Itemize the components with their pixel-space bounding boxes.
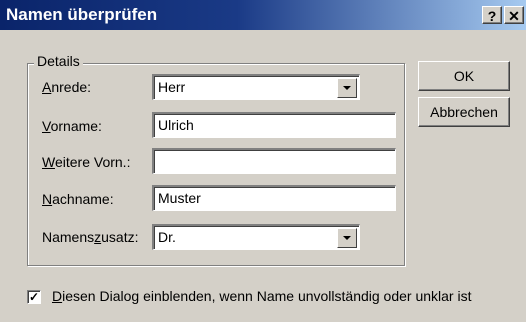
show-dialog-checkbox[interactable]: ✓: [27, 290, 41, 304]
last-name-field[interactable]: Muster: [152, 185, 396, 211]
first-name-label: Vorname:: [42, 118, 102, 134]
close-button[interactable]: ✕: [504, 6, 524, 24]
last-name-value: Muster: [158, 190, 201, 206]
middle-names-field[interactable]: [152, 148, 396, 174]
chevron-down-icon[interactable]: [337, 228, 357, 248]
show-dialog-label[interactable]: Diesen Dialog einblenden, wenn Name unvo…: [52, 288, 472, 304]
middle-names-label: Weitere Vorn.:: [42, 154, 131, 170]
chevron-down-icon[interactable]: [337, 78, 357, 98]
first-name-field[interactable]: Ulrich: [152, 112, 396, 138]
salutation-label: Anrede:: [42, 79, 92, 95]
last-name-label: Nachname:: [42, 191, 114, 207]
salutation-select[interactable]: Herr: [152, 74, 360, 100]
window-title: Namen überprüfen: [6, 5, 158, 24]
salutation-value: Herr: [158, 79, 186, 95]
name-suffix-select[interactable]: Dr.: [152, 224, 360, 250]
first-name-value: Ulrich: [158, 117, 194, 133]
help-button[interactable]: ?: [482, 6, 502, 24]
name-suffix-value: Dr.: [158, 229, 176, 245]
cancel-button[interactable]: Abbrechen: [418, 97, 510, 127]
ok-button[interactable]: OK: [418, 61, 510, 91]
name-suffix-label: Namenszusatz:: [42, 229, 139, 245]
details-legend: Details: [34, 53, 83, 69]
title-bar: Namen überprüfen ? ✕: [0, 0, 526, 30]
